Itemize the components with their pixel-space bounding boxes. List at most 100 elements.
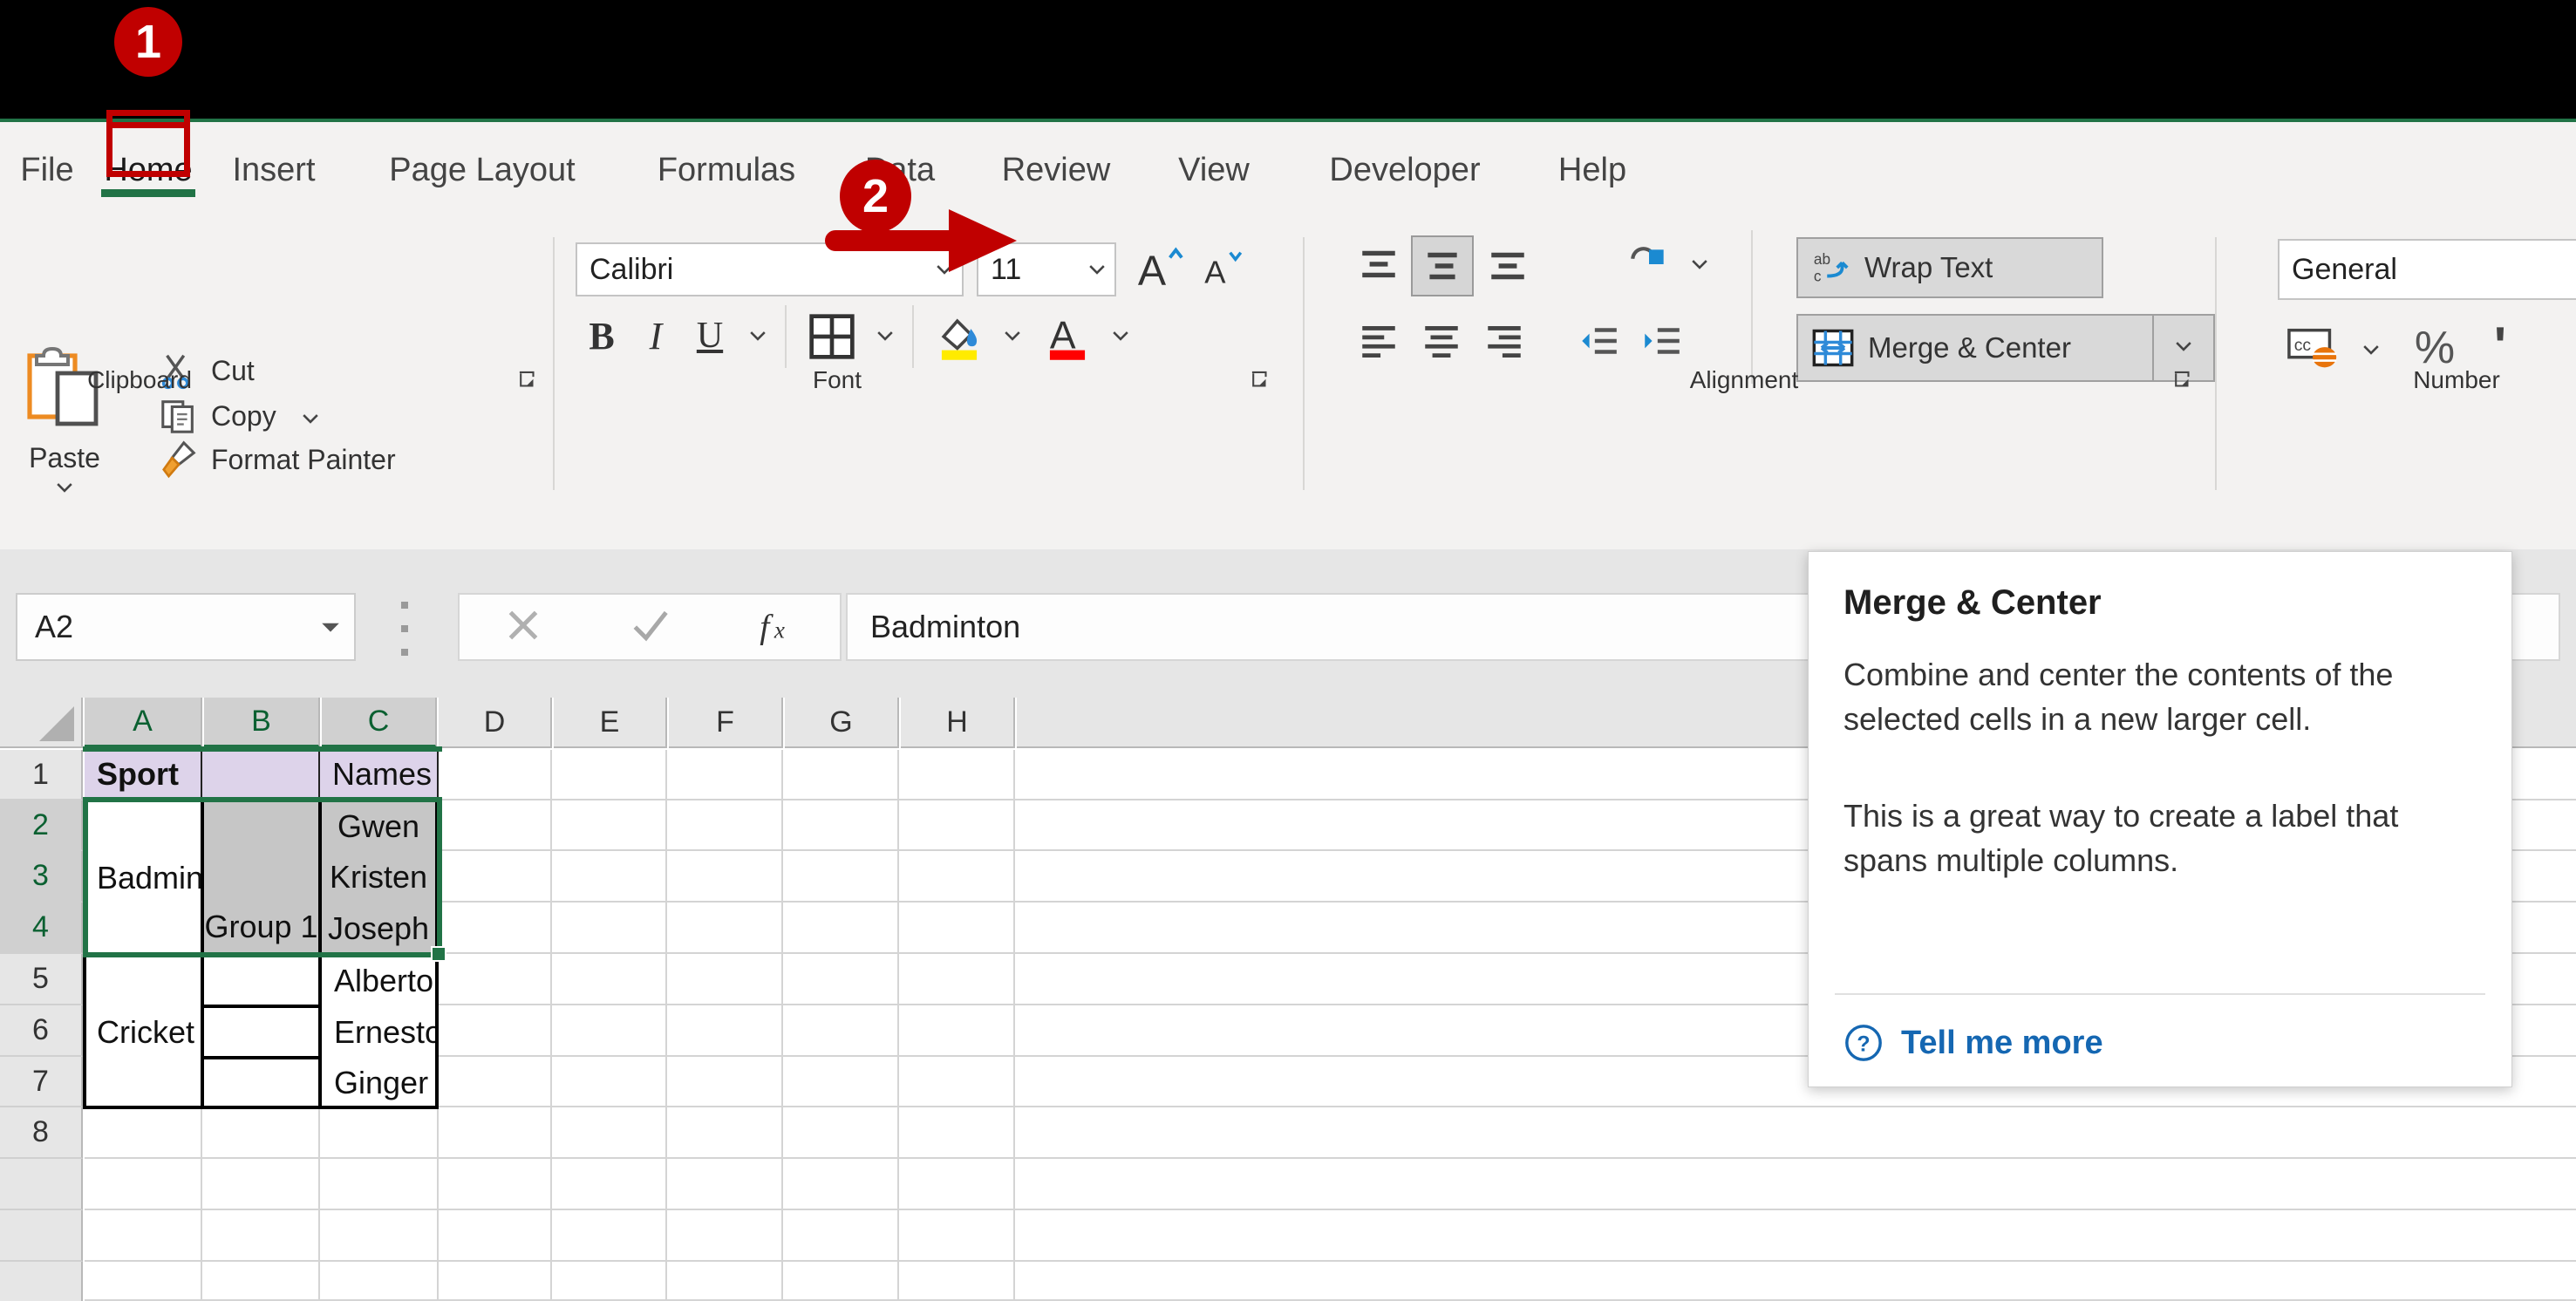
cell-f7[interactable] (667, 1057, 783, 1107)
cell-f10[interactable] (667, 1210, 783, 1262)
cell-b8[interactable] (202, 1107, 320, 1159)
insert-function-icon[interactable]: f x (754, 603, 798, 651)
cell-d11[interactable] (439, 1262, 552, 1301)
enter-checkmark-icon[interactable] (628, 603, 671, 651)
cell-e4[interactable] (552, 903, 667, 954)
align-right-icon[interactable] (1475, 312, 1533, 370)
align-left-icon[interactable] (1350, 312, 1407, 370)
align-top-icon[interactable] (1350, 237, 1407, 295)
cell-c10[interactable] (320, 1210, 439, 1262)
row-header-8[interactable]: 8 (0, 1107, 83, 1159)
column-header-b[interactable]: B (204, 698, 320, 748)
column-header-e[interactable]: E (554, 698, 667, 748)
cancel-icon[interactable] (501, 603, 545, 651)
cell-d8[interactable] (439, 1107, 552, 1159)
cell-a8[interactable] (85, 1107, 202, 1159)
column-header-a[interactable]: A (85, 698, 202, 748)
cell-h11[interactable] (899, 1262, 1015, 1301)
cell-f1[interactable] (667, 750, 783, 800)
cell-h9[interactable] (899, 1159, 1015, 1210)
cell-f5[interactable] (667, 954, 783, 1005)
cell-c6[interactable]: Ernesto (322, 1006, 439, 1058)
cell-i10[interactable] (1015, 1210, 2576, 1262)
borders-icon[interactable] (801, 305, 863, 368)
row-header-3[interactable]: 3 (0, 851, 83, 903)
borders-chevron-down-icon[interactable] (867, 309, 903, 363)
cell-h6[interactable] (899, 1005, 1015, 1057)
tab-help[interactable]: Help (1540, 122, 1645, 218)
cell-d10[interactable] (439, 1210, 552, 1262)
cell-f2[interactable] (667, 800, 783, 851)
cell-c1[interactable]: Names (320, 750, 439, 800)
cell-i9[interactable] (1015, 1159, 2576, 1210)
cell-b2-merged[interactable]: Group 1 (202, 802, 320, 954)
cell-i8[interactable] (1015, 1107, 2576, 1159)
cell-f8[interactable] (667, 1107, 783, 1159)
cell-g1[interactable] (783, 750, 899, 800)
column-header-g[interactable]: G (785, 698, 899, 748)
shrink-font-icon[interactable]: A (1195, 239, 1251, 296)
alignment-dialog-launcher[interactable] (2171, 369, 2194, 392)
cell-h2[interactable] (899, 800, 1015, 851)
cell-e11[interactable] (552, 1262, 667, 1301)
font-dialog-launcher[interactable] (1249, 369, 1271, 392)
grow-font-icon[interactable]: A (1132, 239, 1188, 296)
cell-b1[interactable] (202, 750, 320, 800)
cell-e3[interactable] (552, 851, 667, 903)
tell-me-more-link[interactable]: ? Tell me more (1843, 1023, 2103, 1063)
select-all-corner[interactable] (0, 698, 83, 748)
italic-button[interactable]: I (630, 309, 682, 363)
font-color-chevron-down-icon[interactable] (1102, 309, 1139, 363)
cell-b5[interactable] (202, 956, 320, 1006)
cell-f11[interactable] (667, 1262, 783, 1301)
cell-e6[interactable] (552, 1005, 667, 1057)
cell-e9[interactable] (552, 1159, 667, 1210)
row-header-1[interactable]: 1 (0, 750, 83, 800)
name-box-dropdown-icon[interactable] (307, 617, 354, 637)
underline-chevron-down-icon[interactable] (739, 309, 776, 363)
cell-c4[interactable]: Joseph (320, 903, 437, 954)
bold-button[interactable]: B (576, 309, 628, 363)
cell-f3[interactable] (667, 851, 783, 903)
row-header-9[interactable] (0, 1159, 83, 1210)
cell-a9[interactable] (85, 1159, 202, 1210)
cell-a2-merged[interactable]: Badminton (85, 802, 202, 954)
cell-g2[interactable] (783, 800, 899, 851)
tab-formulas[interactable]: Formulas (631, 122, 821, 218)
cell-f4[interactable] (667, 903, 783, 954)
cell-d4[interactable] (439, 903, 552, 954)
copy-chevron-down-icon[interactable] (299, 405, 322, 427)
cell-d3[interactable] (439, 851, 552, 903)
font-size-chevron-down-icon[interactable] (1080, 258, 1114, 281)
tab-file[interactable]: File (7, 122, 87, 218)
cell-g11[interactable] (783, 1262, 899, 1301)
name-box[interactable]: A2 (16, 593, 356, 661)
align-center-icon[interactable] (1413, 312, 1470, 370)
cell-e8[interactable] (552, 1107, 667, 1159)
cell-d2[interactable] (439, 800, 552, 851)
cell-b6[interactable] (202, 1006, 320, 1058)
column-header-h[interactable]: H (901, 698, 1015, 748)
cell-a10[interactable] (85, 1210, 202, 1262)
cell-g6[interactable] (783, 1005, 899, 1057)
tab-insert[interactable]: Insert (215, 122, 333, 218)
cell-h1[interactable] (899, 750, 1015, 800)
orientation-chevron-down-icon[interactable] (1681, 237, 1718, 291)
row-header-6[interactable]: 6 (0, 1005, 83, 1057)
orientation-icon[interactable] (1620, 235, 1678, 293)
cell-d7[interactable] (439, 1057, 552, 1107)
tab-view[interactable]: View (1158, 122, 1270, 218)
align-middle-icon[interactable] (1411, 235, 1474, 296)
cell-c2[interactable]: Gwen (320, 802, 437, 851)
cell-b11[interactable] (202, 1262, 320, 1301)
cell-d9[interactable] (439, 1159, 552, 1210)
cell-e10[interactable] (552, 1210, 667, 1262)
cell-h3[interactable] (899, 851, 1015, 903)
cell-h8[interactable] (899, 1107, 1015, 1159)
wrap-text-button[interactable]: ab c Wrap Text (1796, 237, 2103, 298)
row-header-5[interactable]: 5 (0, 954, 83, 1005)
row-header-2[interactable]: 2 (0, 800, 83, 851)
cell-c3[interactable]: Kristen (320, 851, 437, 903)
cell-b7[interactable] (202, 1058, 320, 1108)
cell-e1[interactable] (552, 750, 667, 800)
